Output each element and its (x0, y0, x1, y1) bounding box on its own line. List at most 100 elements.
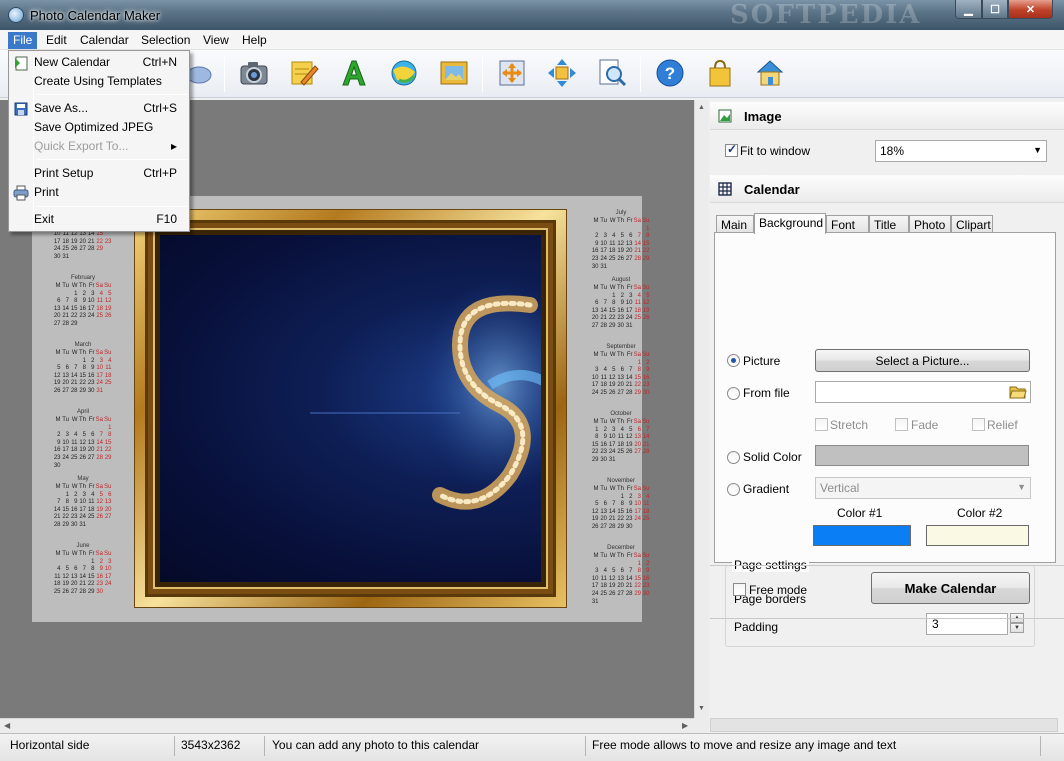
tab-background[interactable]: Background (754, 213, 826, 234)
tab-clipart[interactable]: Clipart (951, 215, 993, 233)
move-arrows-icon[interactable] (545, 56, 579, 90)
status-bar: Horizontal side 3543x2362 You can add an… (0, 733, 1064, 761)
mini-month: May M Tu W Th Fr Sa Su 1 2 3 4 5 6 7 8 9 10 11 12 13 14 15 16 17… (52, 476, 114, 530)
month-name: June (76, 543, 90, 549)
image-icon (718, 109, 732, 123)
window-title: Photo Calendar Maker (30, 8, 161, 23)
menu-edit[interactable]: Edit (41, 32, 72, 49)
padding-label: Padding (734, 620, 779, 634)
home-icon[interactable] (753, 56, 787, 90)
scroll-left-icon[interactable]: ◀ (4, 721, 10, 730)
scroll-down-icon[interactable]: ▼ (698, 705, 705, 712)
folder-open-icon[interactable] (1009, 384, 1027, 400)
pencil-note-icon[interactable] (287, 56, 321, 90)
stretch-checkbox[interactable] (815, 418, 828, 431)
file-path-input[interactable] (815, 381, 1031, 403)
color2-swatch[interactable] (926, 525, 1029, 546)
from-file-radio[interactable] (727, 387, 740, 400)
minimize-button[interactable]: ▁ (955, 0, 982, 19)
relief-label: Relief (987, 418, 1018, 432)
fade-label: Fade (911, 418, 939, 432)
solid-color-radio[interactable] (727, 451, 740, 464)
text-a-icon[interactable] (337, 56, 371, 90)
camera-icon[interactable] (237, 56, 271, 90)
maximize-icon: ☐ (990, 3, 1000, 16)
picture-label: Picture (743, 354, 781, 368)
calendar-page[interactable]: MTuWThFrSaSu3456781011121314151718192021… (32, 196, 650, 622)
menu-new-calendar[interactable]: New Calendar Ctrl+N (11, 53, 187, 72)
file-menu: New Calendar Ctrl+N Create Using Templat… (8, 50, 190, 232)
zoom-select[interactable]: 18% ▼ (875, 140, 1047, 162)
scroll-right-icon[interactable]: ▶ (682, 721, 688, 730)
menu-quick-export[interactable]: Quick Export To... ▸ (11, 137, 187, 156)
month-name: November (607, 478, 635, 484)
mini-month: August M Tu W Th Fr Sa Su 1 2 3 4 5 6 7 8 9 10 11 12 13 14 15 1… (590, 277, 652, 331)
menu-calendar[interactable]: Calendar (75, 32, 134, 49)
padding-input[interactable]: 3 (926, 613, 1008, 635)
mini-month: October M Tu W Th Fr Sa Su 1 2 3 4 5 6 7 8 9 10 11 12 13 14 15… (590, 411, 652, 465)
select-picture-button[interactable]: Select a Picture... (815, 349, 1030, 372)
fit-to-window-checkbox[interactable] (725, 142, 738, 157)
horizontal-scrollbar[interactable]: ◀ ▶ (0, 718, 694, 733)
menu-print[interactable]: Print (11, 183, 187, 202)
ball-icon[interactable] (387, 56, 421, 90)
menu-help[interactable]: Help (237, 32, 272, 49)
mini-month: December M Tu W Th Fr Sa Su 1 2 3 4 5 6 7 8 9 10 11 12 13 14 1… (590, 545, 652, 606)
relief-checkbox[interactable] (972, 418, 985, 431)
picture-frame-icon[interactable] (437, 56, 471, 90)
zoom-page-icon[interactable] (595, 56, 629, 90)
app-icon[interactable] (8, 7, 24, 23)
photo-frame[interactable] (134, 209, 567, 608)
help-icon[interactable]: ? (653, 56, 687, 90)
vertical-scrollbar[interactable]: ▲ ▼ (694, 100, 709, 718)
calendar-grid-icon (718, 182, 732, 196)
free-mode-checkbox[interactable] (733, 583, 746, 596)
solid-color-swatch[interactable] (815, 445, 1029, 466)
month-name: February (70, 275, 95, 281)
menu-create-using-templates[interactable]: Create Using Templates (11, 72, 187, 91)
menu-file[interactable]: File (8, 32, 38, 49)
tab-main[interactable]: Main (716, 215, 754, 233)
fit-to-window-label: Fit to window (740, 144, 811, 158)
gradient-radio[interactable] (727, 483, 740, 496)
menu-view[interactable]: View (198, 32, 234, 49)
new-calendar-icon (15, 56, 28, 71)
print-icon (13, 185, 29, 201)
menu-selection[interactable]: Selection (136, 32, 195, 49)
status-dimensions: 3543x2362 (181, 738, 241, 752)
mini-month: July M Tu W Th Fr Sa Su 1 2 3 4 5 6 7 8 9 10 11 12 13 14 15 16 1… (590, 210, 652, 271)
month-name: September (606, 344, 636, 350)
mini-month: February M Tu W Th Fr Sa Su 1 2 3 4 5 6 7 8 9 10 11 12 13 14 1… (52, 275, 114, 329)
padding-down-icon[interactable]: ▼ (1010, 623, 1024, 633)
fit-icon[interactable] (495, 56, 529, 90)
tab-font[interactable]: Font (826, 215, 869, 233)
tab-photo[interactable]: Photo (909, 215, 951, 233)
stretch-label: Stretch (830, 418, 869, 432)
title-bar: Photo Calendar Maker SOFTPEDIA ▁ ☐ ✕ (0, 0, 1064, 30)
close-button[interactable]: ✕ (1008, 0, 1053, 19)
tab-title[interactable]: Title (869, 215, 909, 233)
menu-save-as[interactable]: Save As... Ctrl+S (11, 99, 187, 118)
fade-checkbox[interactable] (895, 418, 908, 431)
shopping-bag-icon[interactable] (703, 56, 737, 90)
mini-month: September M Tu W Th Fr Sa Su 1 2 3 4 5 6 7 8 9 10 11 12 13 14… (590, 344, 652, 398)
gradient-direction-select[interactable]: Vertical ▼ (815, 477, 1031, 499)
scroll-up-icon[interactable]: ▲ (698, 104, 705, 111)
maximize-button[interactable]: ☐ (982, 0, 1008, 19)
picture-radio[interactable] (727, 354, 740, 367)
status-hint: You can add any photo to this calendar (272, 738, 480, 752)
menu-save-optimized-jpeg[interactable]: Save Optimized JPEG (11, 118, 187, 137)
image-section-header: Image (710, 102, 1064, 130)
month-name: December (607, 545, 635, 551)
make-calendar-button[interactable]: Make Calendar (871, 572, 1030, 604)
menu-print-setup[interactable]: Print Setup Ctrl+P (11, 164, 187, 183)
menu-exit[interactable]: Exit F10 (11, 210, 187, 229)
calendar-photo[interactable] (160, 235, 541, 582)
mini-month: November M Tu W Th Fr Sa Su 1 2 3 4 5 6 7 8 9 10 11 12 13 14 1… (590, 478, 652, 532)
color1-swatch[interactable] (813, 525, 911, 546)
save-icon (14, 102, 28, 116)
gradient-direction-value: Vertical (820, 481, 860, 495)
svg-text:?: ? (665, 64, 675, 83)
menu-bar: File Edit Calendar Selection View Help (0, 30, 1064, 50)
panel-scrollbar[interactable] (710, 718, 1058, 732)
